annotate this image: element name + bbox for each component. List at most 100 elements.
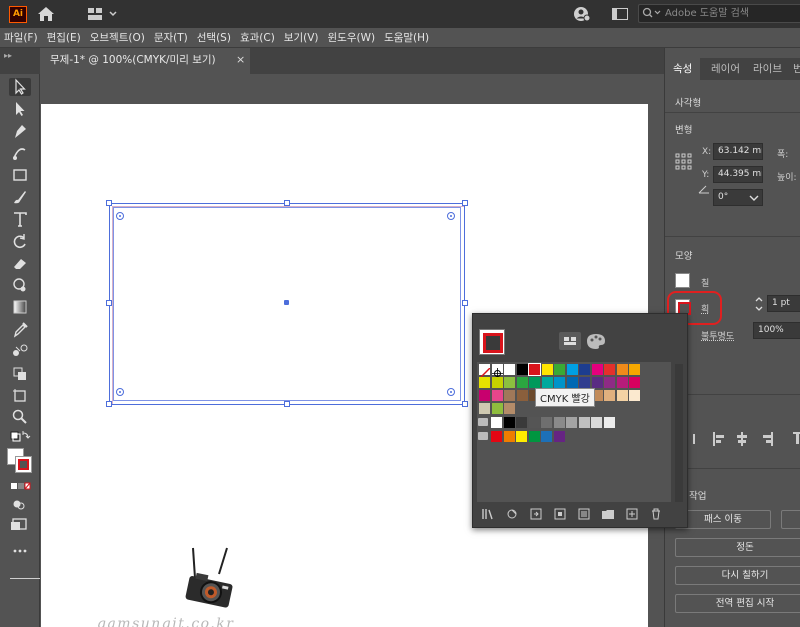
color-swatch[interactable] <box>579 377 590 388</box>
color-swatch[interactable] <box>479 377 490 388</box>
color-swatch[interactable] <box>479 403 490 414</box>
color-swatch[interactable] <box>629 377 640 388</box>
swatch-grid-view-icon[interactable] <box>559 332 581 350</box>
document-tab[interactable]: 무제-1* @ 100%(CMYK/미리 보기) <box>40 48 250 74</box>
menu-file[interactable]: 파일(F) <box>4 30 38 45</box>
drawing-mode-icon[interactable] <box>9 496 31 514</box>
color-swatch[interactable] <box>541 417 552 428</box>
color-swatch[interactable] <box>554 377 565 388</box>
color-mode-icon[interactable] <box>9 478 31 496</box>
color-swatch[interactable] <box>541 431 552 442</box>
close-tab-button[interactable]: × <box>236 53 245 66</box>
stroke-label[interactable]: 획 <box>701 302 709 315</box>
menu-view[interactable]: 보기(V) <box>284 30 319 45</box>
stroke-weight-field[interactable]: 1 pt <box>767 295 800 312</box>
color-swatch[interactable] <box>528 417 540 428</box>
current-stroke-swatch[interactable] <box>479 329 505 355</box>
resize-handle-nw[interactable] <box>106 200 112 206</box>
color-palette-icon[interactable] <box>585 332 607 350</box>
menu-edit[interactable]: 편집(E) <box>47 30 81 45</box>
color-swatch[interactable] <box>629 390 640 401</box>
x-position-field[interactable]: 63.142 mr <box>713 143 763 160</box>
new-group-folder-icon[interactable] <box>601 507 615 521</box>
color-swatch[interactable] <box>491 431 502 442</box>
resize-handle-e[interactable] <box>462 300 468 306</box>
arrange-button[interactable]: 정돈 <box>675 538 800 557</box>
menu-window[interactable]: 윈도우(W) <box>328 30 376 45</box>
color-swatch[interactable] <box>503 431 515 442</box>
color-swatch[interactable] <box>603 417 615 428</box>
color-swatch[interactable] <box>553 431 565 442</box>
corner-widget-bl[interactable] <box>116 388 124 396</box>
swatch-kind-icon[interactable] <box>505 507 519 521</box>
curvature-tool-icon[interactable] <box>9 144 31 162</box>
color-swatch[interactable] <box>579 364 590 375</box>
chevron-down-icon[interactable] <box>749 194 759 202</box>
fill-color-swatch[interactable] <box>675 273 690 288</box>
pen-tool-icon[interactable] <box>9 122 31 140</box>
corner-widget-br[interactable] <box>447 388 455 396</box>
color-swatch[interactable] <box>478 364 491 380</box>
direct-selection-tool-icon[interactable] <box>9 100 31 118</box>
resize-handle-ne[interactable] <box>462 200 468 206</box>
rotate-tool-icon[interactable] <box>9 232 31 250</box>
menu-effect[interactable]: 효과(C) <box>240 30 275 45</box>
menu-type[interactable]: 문자(T) <box>154 30 188 45</box>
opacity-field[interactable]: 100% <box>753 322 800 339</box>
color-group-folder-icon[interactable] <box>478 418 488 426</box>
color-swatch[interactable] <box>516 390 528 401</box>
workspace-switcher-icon[interactable] <box>88 7 120 21</box>
color-swatch[interactable] <box>541 377 553 388</box>
puppet-warp-tool-icon[interactable] <box>9 276 31 294</box>
gradient-tool-icon[interactable] <box>9 298 31 316</box>
color-swatch[interactable] <box>604 364 615 375</box>
color-swatch[interactable] <box>491 417 502 428</box>
stroke-swatch-tool[interactable] <box>15 456 32 473</box>
offset-path-button[interactable]: 패스 이동 <box>675 510 771 529</box>
color-swatch[interactable] <box>516 431 527 442</box>
toolbar-collapse-icon[interactable]: ▸▸ <box>4 51 12 60</box>
stroke-weight-stepper-icon[interactable] <box>754 295 764 313</box>
artboard-tool-icon[interactable] <box>9 386 31 404</box>
color-swatch[interactable] <box>504 390 515 401</box>
color-swatch[interactable] <box>591 417 602 428</box>
recolor-button[interactable]: 다시 칠하기 <box>675 566 800 585</box>
color-swatch[interactable] <box>504 377 515 388</box>
color-swatch[interactable] <box>479 390 490 401</box>
color-swatch[interactable] <box>629 364 640 375</box>
tab-properties[interactable]: 속성 <box>665 58 701 80</box>
help-search-input[interactable]: Adobe 도움말 검색 <box>638 4 800 23</box>
resize-handle-s[interactable] <box>284 401 290 407</box>
color-swatch[interactable] <box>616 364 628 375</box>
color-swatch[interactable] <box>516 417 527 428</box>
swatch-libraries-icon[interactable] <box>481 507 495 521</box>
new-swatch-icon[interactable] <box>625 507 639 521</box>
color-swatch[interactable] <box>591 364 603 375</box>
menu-help[interactable]: 도움말(H) <box>384 30 429 45</box>
color-swatch[interactable] <box>578 417 590 428</box>
resize-handle-se[interactable] <box>462 401 468 407</box>
symbol-sprayer-tool-icon[interactable] <box>9 364 31 382</box>
color-swatch[interactable] <box>566 377 578 388</box>
color-group-folder-icon[interactable] <box>478 432 488 440</box>
color-swatch[interactable] <box>616 377 628 388</box>
color-swatch[interactable] <box>604 377 615 388</box>
color-swatch[interactable] <box>516 364 528 375</box>
home-icon[interactable] <box>36 5 56 23</box>
type-tool-icon[interactable] <box>9 210 31 228</box>
color-swatch[interactable] <box>566 417 577 428</box>
eraser-tool-icon[interactable] <box>9 254 31 272</box>
color-swatch[interactable] <box>491 403 503 414</box>
resize-handle-w[interactable] <box>106 300 112 306</box>
swatch-grid[interactable] <box>477 362 671 502</box>
color-swatch[interactable] <box>491 377 503 388</box>
color-swatch[interactable] <box>541 364 553 375</box>
swatch-scrollbar[interactable] <box>675 364 683 502</box>
default-fill-stroke-icon[interactable] <box>9 430 31 448</box>
screen-mode-icon[interactable] <box>9 516 31 534</box>
opacity-label[interactable]: 불투명도 <box>701 329 734 342</box>
tab-layers[interactable]: 레이어 <box>711 58 740 80</box>
color-swatch[interactable] <box>503 417 515 428</box>
menu-object[interactable]: 오브젝트(O) <box>90 30 145 45</box>
global-edit-button[interactable]: 전역 편집 시작 <box>675 594 800 613</box>
